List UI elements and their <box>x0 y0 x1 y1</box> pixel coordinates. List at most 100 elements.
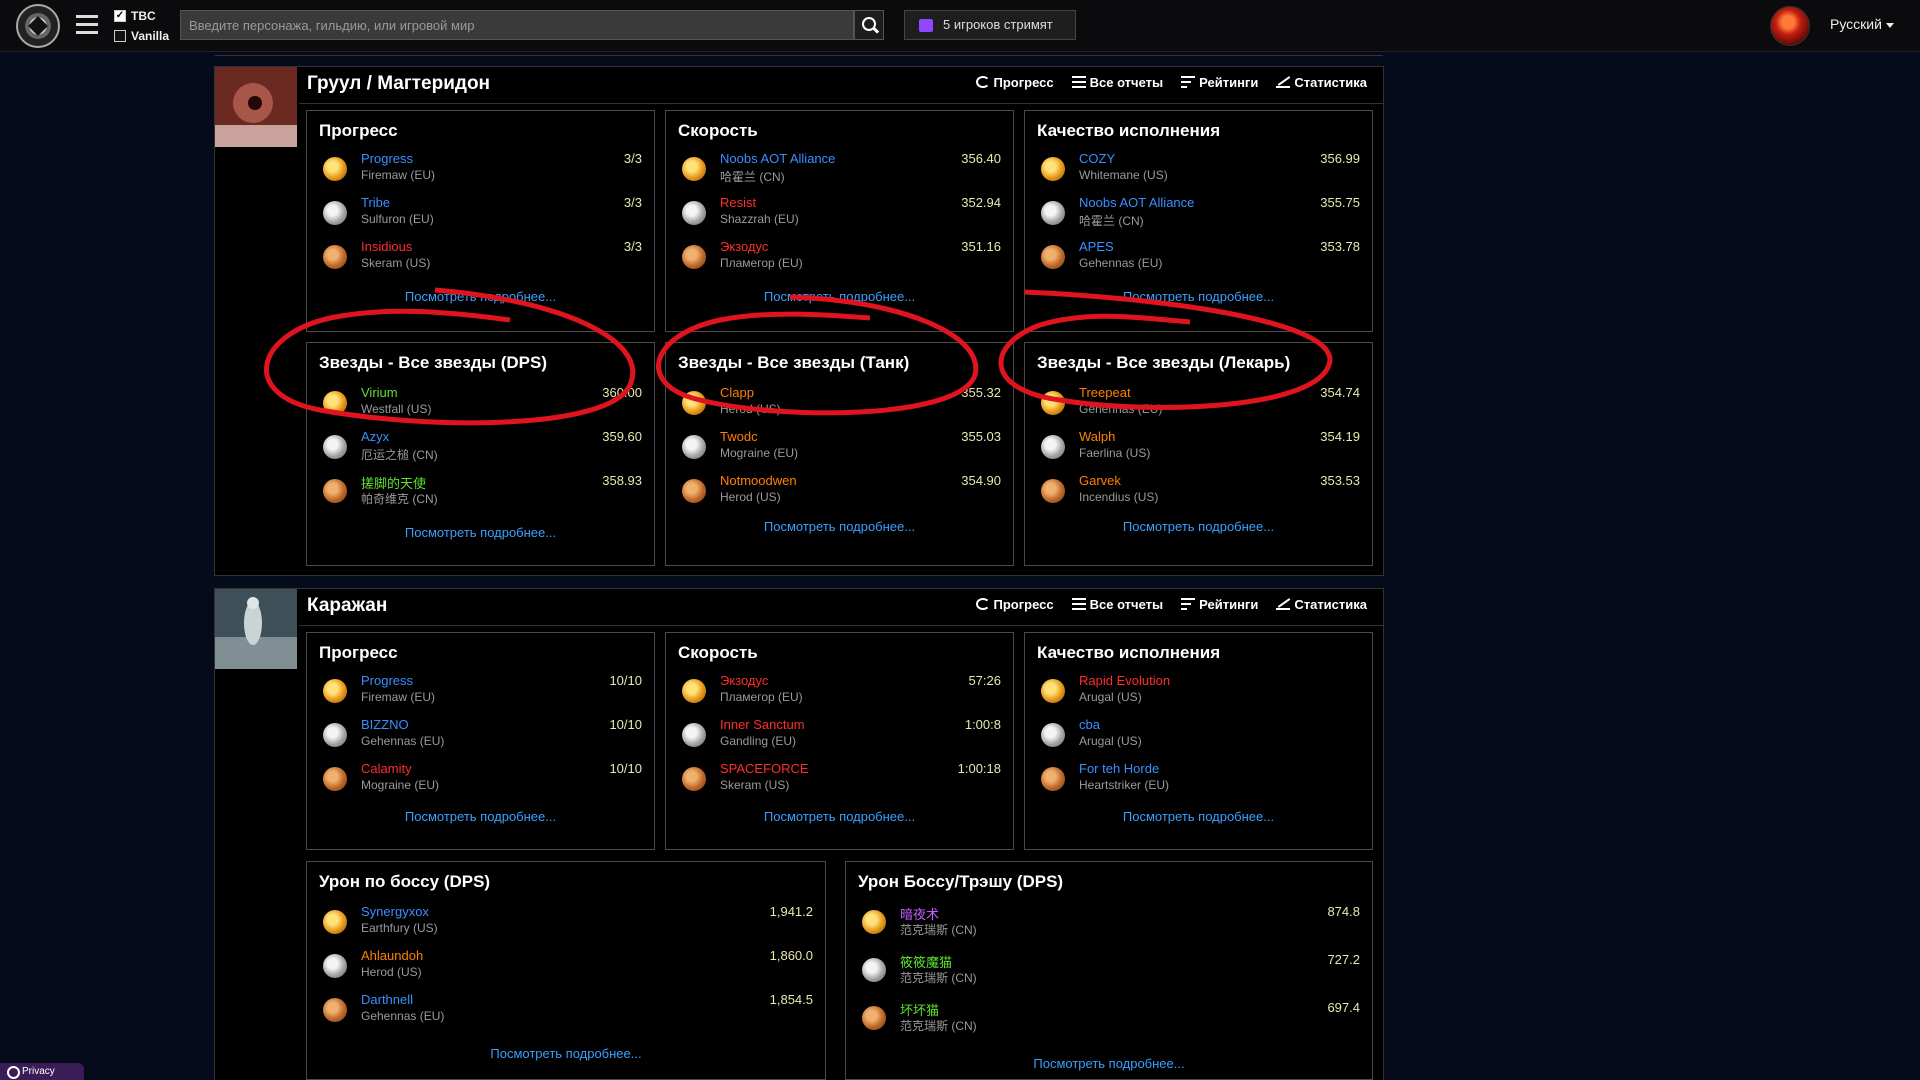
ranking-row[interactable]: Notmoodwen Herod (US) 354.90 <box>666 473 1013 513</box>
ranking-row[interactable]: For teh Horde Heartstriker (EU) <box>1025 761 1372 801</box>
entry-name[interactable]: SPACEFORCE <box>720 761 809 776</box>
search-icon[interactable] <box>854 10 884 40</box>
view-more-link[interactable]: Посмотреть подробнее... <box>846 1056 1372 1071</box>
entry-name[interactable]: Twodc <box>720 429 758 444</box>
ranking-row[interactable]: BIZZNO Gehennas (EU) 10/10 <box>307 717 654 757</box>
site-logo-icon[interactable] <box>16 4 60 48</box>
view-more-link[interactable]: Посмотреть подробнее... <box>307 289 654 304</box>
entry-name[interactable]: BIZZNO <box>361 717 409 732</box>
entry-name[interactable]: Notmoodwen <box>720 473 797 488</box>
view-more-link[interactable]: Посмотреть подробнее... <box>666 519 1013 534</box>
ranking-row[interactable]: Walph Faerlina (US) 354.19 <box>1025 429 1372 469</box>
ranking-row[interactable]: Экзодус Пламегор (EU) 57:26 <box>666 673 1013 713</box>
entry-name[interactable]: APES <box>1079 239 1114 254</box>
streaming-button[interactable]: 5 игроков стримят <box>904 10 1076 40</box>
reports-link[interactable]: Все отчеты <box>1071 597 1163 612</box>
ratings-link[interactable]: Рейтинги <box>1181 597 1258 612</box>
ranking-row[interactable]: 筱筱魔猫 范克瑞斯 (CN) 727.2 <box>846 952 1372 992</box>
entry-name[interactable]: Progress <box>361 673 413 688</box>
language-selector[interactable]: Русский <box>1830 16 1894 32</box>
ranking-row[interactable]: 暗夜术 范克瑞斯 (CN) 874.8 <box>846 904 1372 944</box>
entry-name[interactable]: Darthnell <box>361 992 413 1007</box>
ranking-row[interactable]: Clapp Herod (US) 355.32 <box>666 385 1013 425</box>
entry-name[interactable]: Экзодус <box>720 239 768 254</box>
view-more-link[interactable]: Посмотреть подробнее... <box>307 809 654 824</box>
entry-name[interactable]: Calamity <box>361 761 412 776</box>
ranking-row[interactable]: Resist Shazzrah (EU) 352.94 <box>666 195 1013 235</box>
ranking-panel: Качество исполнения COZY Whitemane (US) 356… <box>1024 110 1373 332</box>
menu-icon[interactable] <box>76 15 98 35</box>
view-more-link[interactable]: Посмотреть подробнее... <box>307 525 654 540</box>
chevron-down-icon <box>1885 22 1894 28</box>
silver-medal-icon <box>682 201 706 225</box>
entry-name[interactable]: Walph <box>1079 429 1115 444</box>
ranking-row[interactable]: Noobs AOT Alliance 哈霍兰 (CN) 355.75 <box>1025 195 1372 235</box>
entry-name[interactable]: Resist <box>720 195 756 210</box>
privacy-button[interactable]: Privacy <box>0 1063 84 1080</box>
stats-link[interactable]: Статистика <box>1276 75 1367 90</box>
entry-name[interactable]: Noobs AOT Alliance <box>1079 195 1194 210</box>
ranking-row[interactable]: COZY Whitemane (US) 356.99 <box>1025 151 1372 191</box>
entry-name[interactable]: Garvek <box>1079 473 1121 488</box>
entry-value: 355.32 <box>961 385 1001 400</box>
ranking-row[interactable]: cba Arugal (US) <box>1025 717 1372 757</box>
ranking-row[interactable]: Virium Westfall (US) 360.00 <box>307 385 654 425</box>
entry-name[interactable]: Treepeat <box>1079 385 1131 400</box>
view-more-link[interactable]: Посмотреть подробнее... <box>1025 519 1372 534</box>
entry-name[interactable]: Azyx <box>361 429 389 444</box>
version-vanilla-checkbox[interactable]: Vanilla <box>114 29 169 43</box>
ranking-row[interactable]: 坏坏猫 范克瑞斯 (CN) 697.4 <box>846 1000 1372 1040</box>
entry-name[interactable]: Rapid Evolution <box>1079 673 1170 688</box>
progress-link[interactable]: Прогресс <box>975 75 1054 90</box>
ratings-link[interactable]: Рейтинги <box>1181 75 1258 90</box>
user-avatar[interactable] <box>1770 6 1810 46</box>
ranking-row[interactable]: Tribe Sulfuron (EU) 3/3 <box>307 195 654 235</box>
ranking-row[interactable]: Synergyxox Earthfury (US) 1,941.2 <box>307 904 825 944</box>
entry-name[interactable]: Noobs AOT Alliance <box>720 151 835 166</box>
entry-name[interactable]: Tribe <box>361 195 390 210</box>
entry-name[interactable]: Clapp <box>720 385 754 400</box>
ranking-row[interactable]: 搓脚的天使 帕奇维克 (CN) 358.93 <box>307 473 654 513</box>
entry-name[interactable]: Ahlaundoh <box>361 948 423 963</box>
entry-value: 356.40 <box>961 151 1001 166</box>
ranking-row[interactable]: APES Gehennas (EU) 353.78 <box>1025 239 1372 279</box>
reports-link[interactable]: Все отчеты <box>1071 75 1163 90</box>
entry-server: Arugal (US) <box>1079 690 1142 704</box>
view-more-link[interactable]: Посмотреть подробнее... <box>1025 289 1372 304</box>
panel-title: Звезды - Все звезды (DPS) <box>319 353 547 372</box>
ranking-row[interactable]: Inner Sanctum Gandling (EU) 1:00:8 <box>666 717 1013 757</box>
ranking-row[interactable]: Ahlaundoh Herod (US) 1,860.0 <box>307 948 825 988</box>
progress-link[interactable]: Прогресс <box>975 597 1054 612</box>
view-more-link[interactable]: Посмотреть подробнее... <box>307 1046 825 1061</box>
ranking-row[interactable]: SPACEFORCE Skeram (US) 1:00:18 <box>666 761 1013 801</box>
entry-name[interactable]: Progress <box>361 151 413 166</box>
entry-name[interactable]: Inner Sanctum <box>720 717 805 732</box>
ranking-row[interactable]: Экзодус Пламегор (EU) 351.16 <box>666 239 1013 279</box>
entry-name[interactable]: Insidious <box>361 239 412 254</box>
top-bar: ✓ TBC Vanilla 5 игроков стримят Русский <box>0 0 1920 52</box>
search-input[interactable] <box>180 10 854 40</box>
entry-name[interactable]: cba <box>1079 717 1100 732</box>
version-tbc-checkbox[interactable]: ✓ TBC <box>114 9 156 23</box>
ranking-row[interactable]: Treepeat Gehennas (EU) 354.74 <box>1025 385 1372 425</box>
ranking-row[interactable]: Garvek Incendius (US) 353.53 <box>1025 473 1372 513</box>
entry-name[interactable]: For teh Horde <box>1079 761 1159 776</box>
ranking-row[interactable]: Noobs AOT Alliance 哈霍兰 (CN) 356.40 <box>666 151 1013 191</box>
ranking-row[interactable]: Calamity Mograine (EU) 10/10 <box>307 761 654 801</box>
entry-name[interactable]: Virium <box>361 385 398 400</box>
ranking-row[interactable]: Azyx 厄运之槌 (CN) 359.60 <box>307 429 654 469</box>
ranking-row[interactable]: Progress Firemaw (EU) 3/3 <box>307 151 654 191</box>
ranking-row[interactable]: Insidious Skeram (US) 3/3 <box>307 239 654 279</box>
ranking-row[interactable]: Darthnell Gehennas (EU) 1,854.5 <box>307 992 825 1032</box>
entry-name[interactable]: COZY <box>1079 151 1115 166</box>
ranking-row[interactable]: Progress Firemaw (EU) 10/10 <box>307 673 654 713</box>
stats-link[interactable]: Статистика <box>1276 597 1367 612</box>
ranking-row[interactable]: Rapid Evolution Arugal (US) <box>1025 673 1372 713</box>
view-more-link[interactable]: Посмотреть подробнее... <box>666 809 1013 824</box>
view-more-link[interactable]: Посмотреть подробнее... <box>1025 809 1372 824</box>
entry-name[interactable]: Synergyxox <box>361 904 429 919</box>
view-more-link[interactable]: Посмотреть подробнее... <box>666 289 1013 304</box>
ranking-row[interactable]: Twodc Mograine (EU) 355.03 <box>666 429 1013 469</box>
entry-name[interactable]: Экзодус <box>720 673 768 688</box>
ranking-panel: Урон Боссу/Трэшу (DPS) 暗夜术 范克瑞斯 (CN) 874.8 筱… <box>845 861 1373 1080</box>
